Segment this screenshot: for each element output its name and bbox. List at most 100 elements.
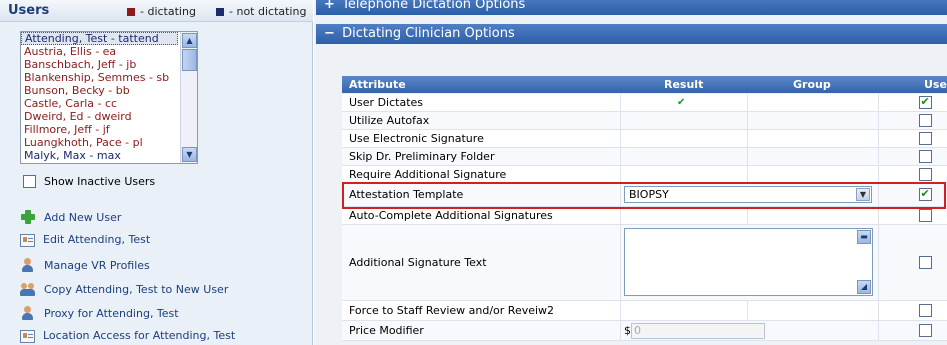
group-cell: [747, 112, 878, 129]
attestation-checkbox[interactable]: [918, 187, 932, 201]
copy-user-link[interactable]: Copy Attending, Test to New User: [20, 281, 228, 297]
list-item[interactable]: Fillmore, Jeff - jf: [21, 123, 178, 136]
row-label: Require Additional Signature: [349, 167, 507, 181]
group-cell: [747, 207, 878, 224]
attestation-template-select[interactable]: BIOPSY ▼: [624, 186, 872, 203]
resize-icon[interactable]: ◢: [857, 280, 871, 294]
skip-prelim-checkbox[interactable]: [918, 150, 932, 163]
chevron-down-icon[interactable]: ▼: [856, 188, 870, 201]
price-modifier-input[interactable]: 0: [631, 322, 765, 339]
currency-symbol: $: [624, 324, 631, 337]
edit-user-link[interactable]: Edit Attending, Test: [20, 233, 150, 247]
row-label: Skip Dr. Preliminary Folder: [349, 150, 495, 163]
header-user: User: [924, 78, 947, 91]
user-card-icon: [20, 234, 35, 247]
list-item[interactable]: Dweird, Ed - dweird: [21, 110, 178, 123]
result-cell: [620, 301, 747, 320]
person-icon: [20, 305, 36, 321]
require-addl-sig-checkbox[interactable]: [918, 167, 932, 181]
table-row: Require Additional Signature: [342, 166, 947, 183]
header-result: Result: [664, 78, 704, 91]
force-staff-checkbox[interactable]: [918, 304, 932, 317]
user-cell: [878, 183, 947, 206]
minimize-icon[interactable]: ▬: [857, 230, 871, 244]
row-label: Utilize Autofax: [349, 114, 430, 127]
list-item[interactable]: Luangkhoth, Pace - pl: [21, 136, 178, 149]
utilize-autofax-checkbox[interactable]: [918, 114, 932, 127]
dictating-swatch: [127, 7, 135, 16]
list-item[interactable]: Malyk, Max - max: [21, 149, 178, 162]
list-item[interactable]: Bunson, Becky - bb: [21, 84, 178, 97]
price-modifier-checkbox[interactable]: [918, 324, 932, 337]
user-cell: [878, 130, 947, 147]
addl-sig-text-checkbox[interactable]: [918, 256, 932, 269]
list-item[interactable]: Austria, Ellis - ea: [21, 45, 178, 58]
group-cell: [747, 130, 878, 147]
table-row: Skip Dr. Preliminary Folder: [342, 148, 947, 166]
use-esig-checkbox[interactable]: [918, 132, 932, 145]
users-panel: Users - dictating - not dictating Attend…: [0, 0, 313, 345]
header-group: Group: [793, 78, 831, 91]
user-cell: [878, 166, 947, 182]
additional-signature-textarea[interactable]: ▬ ◢: [624, 228, 873, 296]
legend-not-dictating: - not dictating: [216, 5, 306, 18]
list-item[interactable]: Banschbach, Jeff - jb: [21, 58, 178, 71]
table-row: Force to Staff Review and/or Reveiw2: [342, 301, 947, 321]
row-label: Price Modifier: [349, 324, 424, 337]
user-dictates-checkbox[interactable]: [918, 95, 932, 109]
row-label: Use Electronic Signature: [349, 132, 484, 145]
list-item[interactable]: Attending, Test - tattend: [21, 32, 178, 45]
user-listbox[interactable]: Attending, Test - tattend Austria, Ellis…: [20, 31, 198, 164]
users-panel-header: Users - dictating - not dictating: [0, 0, 313, 22]
show-inactive-checkbox[interactable]: [23, 175, 36, 188]
proxy-link[interactable]: Proxy for Attending, Test: [20, 305, 179, 321]
add-new-user-link[interactable]: Add New User: [20, 209, 121, 225]
scroll-thumb[interactable]: [182, 49, 197, 71]
users-title: Users: [8, 3, 50, 18]
show-inactive-label: Show Inactive Users: [44, 175, 156, 188]
row-label: Additional Signature Text: [349, 256, 487, 269]
group-cell: [747, 301, 878, 320]
section-title: Telephone Dictation Options: [342, 0, 526, 12]
user-cell: [878, 321, 947, 340]
row-label: Force to Staff Review and/or Reveiw2: [349, 304, 555, 317]
user-cell: [878, 301, 947, 320]
result-cell: [620, 130, 747, 147]
user-cell: [878, 148, 947, 165]
show-inactive-users[interactable]: Show Inactive Users: [23, 175, 155, 188]
location-access-link[interactable]: Location Access for Attending, Test: [20, 329, 235, 343]
auto-complete-checkbox[interactable]: [918, 209, 932, 222]
row-label: Auto-Complete Additional Signatures: [349, 209, 553, 222]
telephone-dictation-section-header[interactable]: + Telephone Dictation Options: [316, 0, 947, 15]
scroll-up-icon[interactable]: ▲: [182, 33, 197, 48]
table-row: Use Electronic Signature: [342, 130, 947, 148]
result-cell: ✔: [620, 94, 747, 111]
row-label: Attestation Template: [349, 188, 464, 201]
price-modifier-field: $ 0: [624, 322, 765, 339]
user-cell: [878, 207, 947, 224]
result-cell: [620, 207, 747, 224]
group-cell: [747, 94, 878, 111]
checkmark-icon: ✔: [677, 97, 686, 108]
legend-dictating: - dictating: [127, 5, 196, 18]
person-icon: [20, 257, 36, 273]
list-item[interactable]: Blankenship, Semmes - sb: [21, 71, 178, 84]
group-cell: [747, 148, 878, 165]
section-title: Dictating Clinician Options: [342, 26, 515, 41]
dictating-clinician-section-header[interactable]: − Dictating Clinician Options: [316, 24, 947, 44]
result-cell: [620, 166, 747, 182]
table-row: Attestation Template BIOPSY ▼: [342, 183, 947, 207]
manage-vr-profiles-link[interactable]: Manage VR Profiles: [20, 257, 150, 273]
people-icon: [20, 281, 36, 297]
user-list-scrollbar[interactable]: ▲ ▼: [180, 32, 197, 163]
collapse-icon[interactable]: −: [324, 24, 338, 44]
expand-icon[interactable]: +: [324, 0, 338, 15]
scroll-down-icon[interactable]: ▼: [182, 147, 197, 162]
result-cell: ▬ ◢: [620, 225, 878, 300]
result-cell: [620, 112, 747, 129]
user-cell: [878, 112, 947, 129]
row-label: User Dictates: [349, 96, 424, 109]
list-item[interactable]: Castle, Carla - cc: [21, 97, 178, 110]
group-cell: [747, 166, 878, 182]
result-cell: [620, 148, 747, 165]
